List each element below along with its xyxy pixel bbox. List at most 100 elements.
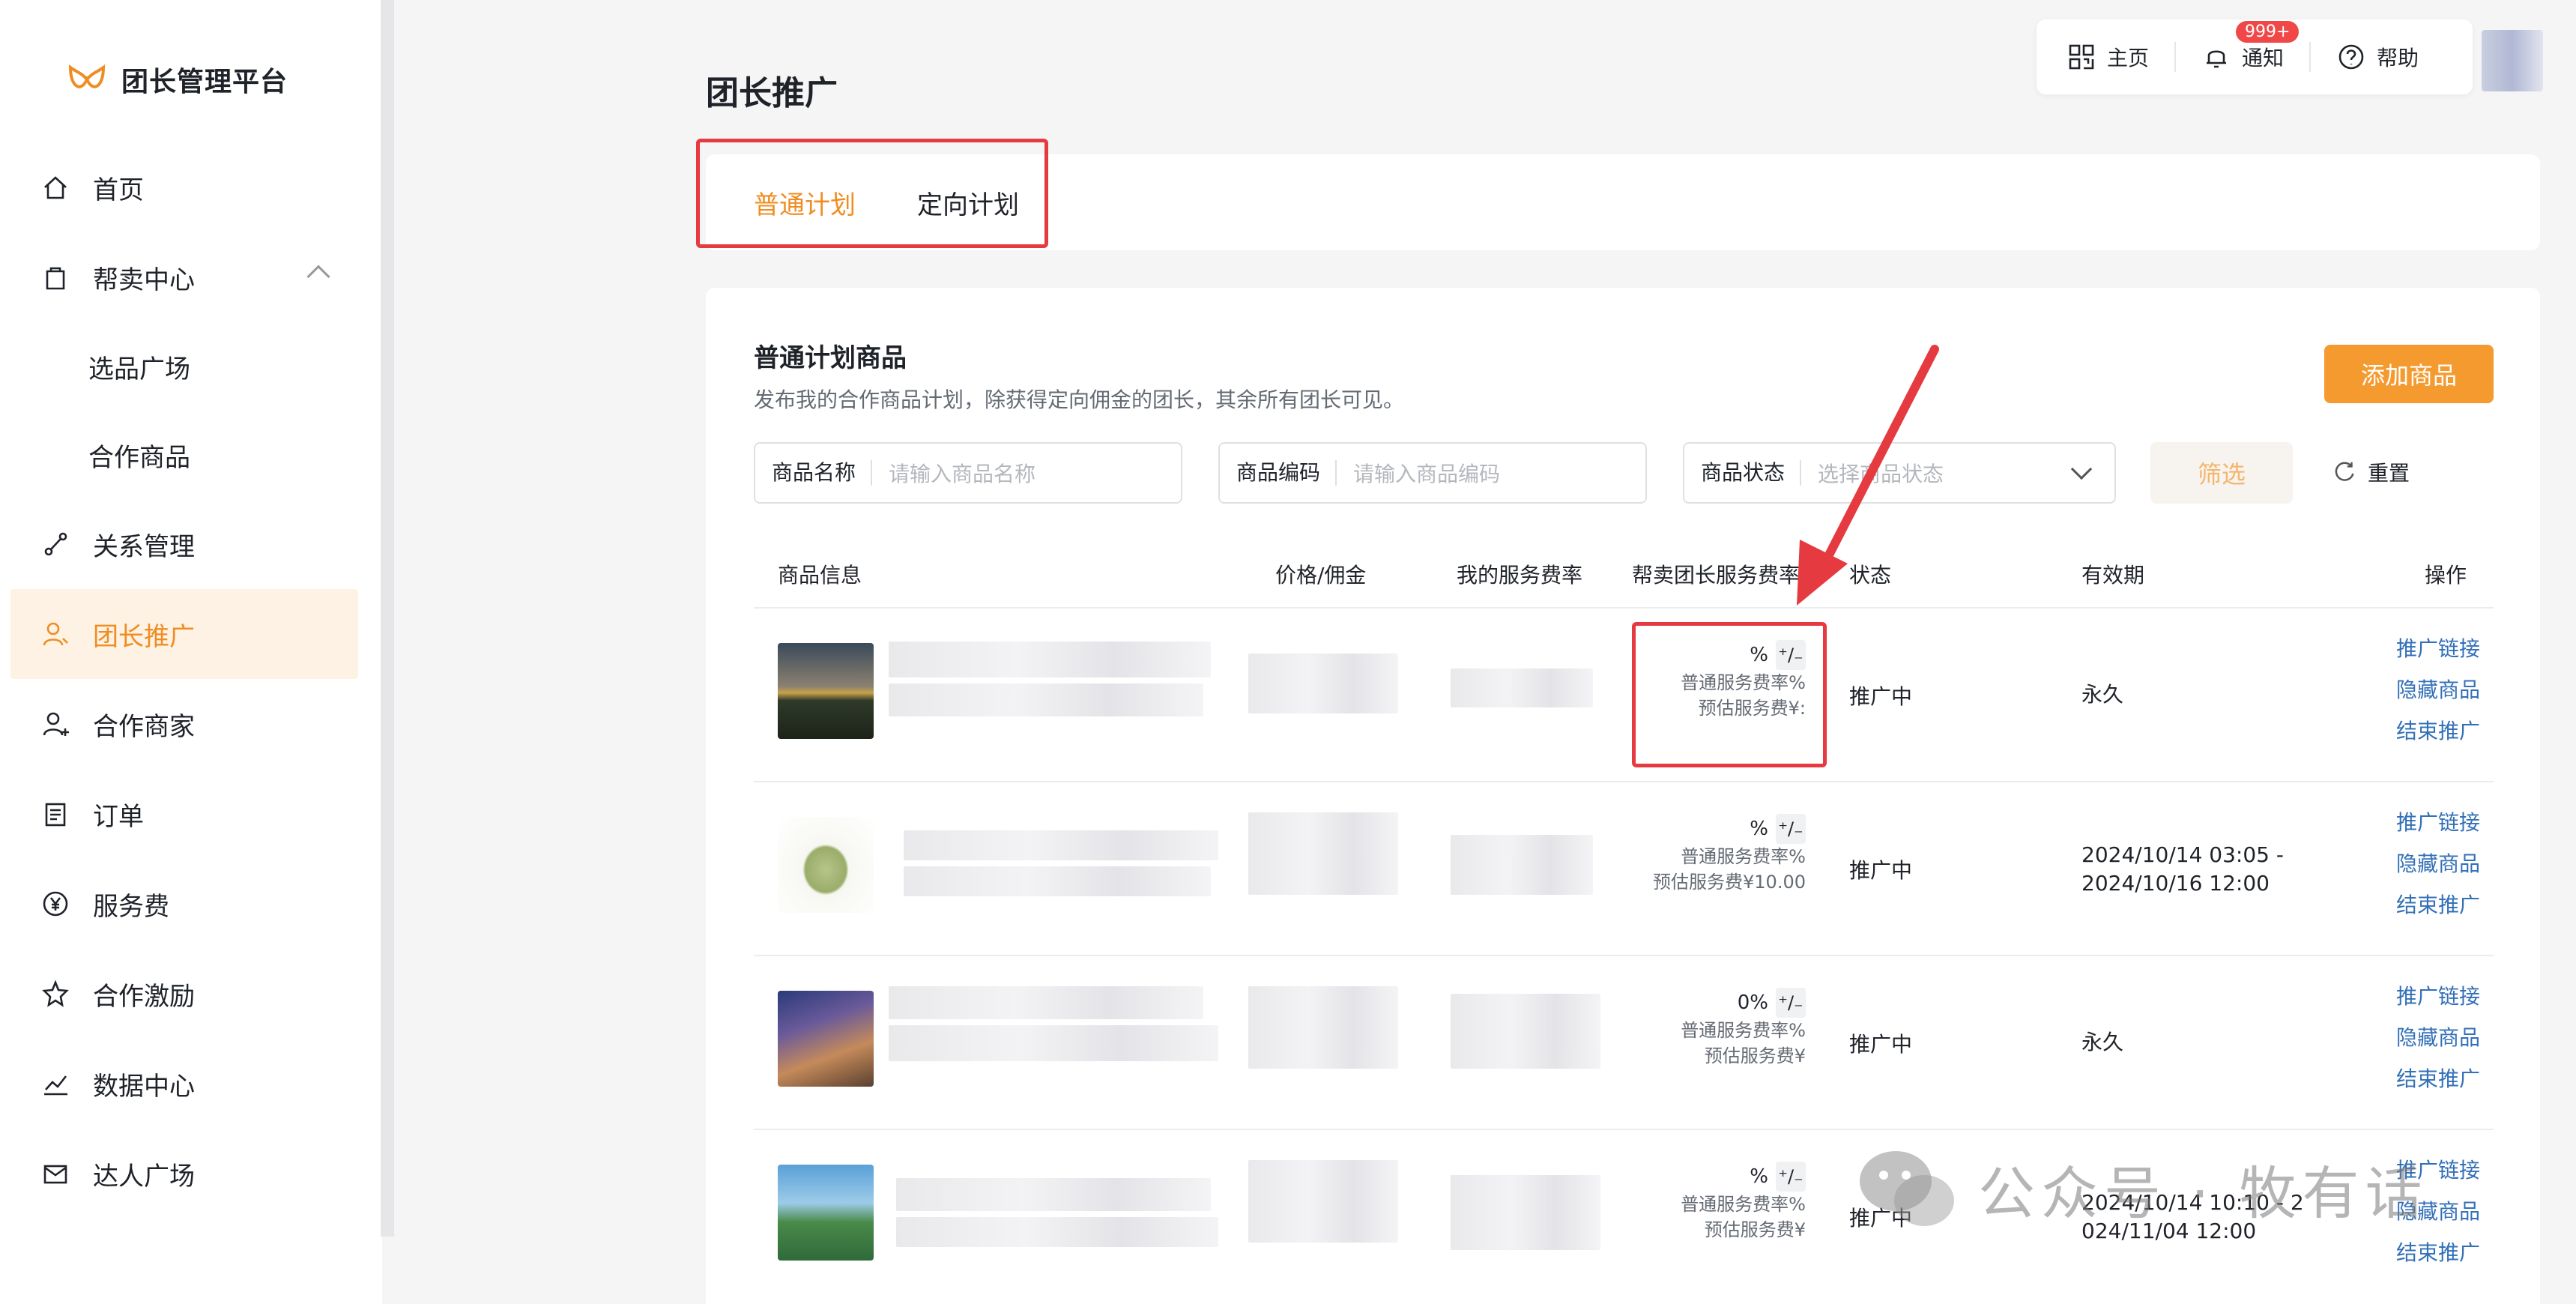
product-name-label: 商品名称: [755, 460, 873, 486]
hide-product-action[interactable]: 隐藏商品: [2396, 669, 2480, 710]
leader-rate-cell: % ⁺∕₋ 普通服务费率% 预估服务费¥: [1623, 1162, 1806, 1243]
reset-button[interactable]: 重置: [2330, 457, 2410, 487]
sidebar-item-label: 团长推广: [93, 621, 195, 652]
product-code-input[interactable]: 请输入商品编码: [1337, 458, 1500, 488]
order-icon: [39, 797, 72, 830]
filter-button[interactable]: 筛选: [2150, 442, 2293, 504]
blurred-price: [1248, 986, 1398, 1069]
sidebar-item-partner-merchants[interactable]: 合作商家: [0, 679, 358, 769]
status-text: 推广中: [1849, 684, 1913, 709]
edit-rate-button[interactable]: ⁺∕₋: [1776, 814, 1806, 844]
validity-line: 2024/10/16 12:00: [2081, 871, 2270, 896]
shopping-bag-icon: [39, 261, 72, 294]
sidebar-item-service-fee[interactable]: 服务费: [0, 859, 358, 949]
blurred-product-name: [889, 642, 1211, 677]
end-promotion-action[interactable]: 结束推广: [2396, 884, 2480, 926]
product-code-label: 商品编码: [1220, 460, 1337, 486]
product-code-field[interactable]: 商品编码 请输入商品编码: [1218, 442, 1647, 504]
end-promotion-action[interactable]: 结束推广: [2396, 1058, 2480, 1099]
sidebar-item-leader-promotion[interactable]: 团长推广: [10, 589, 358, 679]
blurred-product-name: [896, 1178, 1211, 1211]
blurred-product-meta: [889, 1025, 1218, 1061]
blurred-my-rate: [1451, 835, 1593, 895]
blurred-product-meta: [889, 683, 1203, 716]
sidebar-item-label: 首页: [93, 175, 144, 205]
product-thumbnail[interactable]: [778, 817, 874, 913]
product-status-placeholder: 选择商品状态: [1818, 462, 1944, 486]
product-thumbnail[interactable]: [778, 991, 874, 1087]
sidebar-item-cooperation-incentive[interactable]: 合作激励: [0, 949, 358, 1039]
sidebar-item-orders[interactable]: 订单: [0, 769, 358, 859]
product-name-input[interactable]: 请输入商品名称: [872, 458, 1035, 488]
blurred-price: [1248, 653, 1398, 713]
divider: [2309, 42, 2312, 72]
rate-value: %: [1750, 1165, 1768, 1188]
leader-rate-cell: 0% ⁺∕₋ 普通服务费率% 预估服务费¥: [1623, 988, 1806, 1069]
blurred-product-name: [889, 986, 1203, 1019]
help-button[interactable]: 帮助: [2336, 42, 2419, 72]
column-header-actions: 操作: [2425, 563, 2467, 588]
rate-estimate-label: 预估服务费¥10.00: [1653, 872, 1806, 893]
sidebar-item-label: 合作激励: [93, 981, 195, 1012]
add-product-button[interactable]: 添加商品: [2324, 345, 2494, 403]
page-title: 团长推广: [706, 74, 838, 112]
row-actions: 推广链接 隐藏商品 结束推广: [2396, 628, 2480, 752]
blurred-product-meta: [896, 1217, 1218, 1247]
promote-link-action[interactable]: 推广链接: [2396, 976, 2480, 1017]
hide-product-action[interactable]: 隐藏商品: [2396, 1017, 2480, 1058]
promote-link-action[interactable]: 推广链接: [2396, 628, 2480, 669]
sidebar-item-label: 合作商家: [93, 711, 195, 742]
sidebar-scrollbar[interactable]: [381, 0, 394, 1237]
column-header-leader-service-rate: 帮卖团长服务费率: [1632, 563, 1801, 588]
leader-rate-cell: % ⁺∕₋ 普通服务费率% 预估服务费¥10.00: [1623, 814, 1806, 895]
sidebar-item-label: 数据中心: [93, 1071, 195, 1102]
end-promotion-action[interactable]: 结束推广: [2396, 710, 2480, 752]
validity-line: 永久: [2081, 682, 2124, 707]
sidebar-item-data-center[interactable]: 数据中心: [0, 1039, 358, 1129]
promote-link-action[interactable]: 推广链接: [2396, 802, 2480, 843]
user-promote-icon: [39, 618, 72, 651]
bell-icon: [2207, 50, 2227, 68]
sidebar-item-help-sell-center[interactable]: 帮卖中心: [0, 232, 358, 322]
card-title: 普通计划商品: [754, 343, 907, 373]
user-avatar[interactable]: [2482, 30, 2543, 91]
product-status-select[interactable]: 商品状态 选择商品状态: [1683, 442, 2116, 504]
product-name-field[interactable]: 商品名称 请输入商品名称: [754, 442, 1182, 504]
sidebar-item-product-plaza[interactable]: 选品广场: [0, 322, 358, 411]
yen-icon: [39, 887, 72, 920]
blurred-product-meta: [904, 866, 1211, 896]
relation-icon: [39, 528, 72, 561]
reset-label: 重置: [2368, 461, 2410, 486]
sidebar-item-influencer-plaza[interactable]: 达人广场: [0, 1129, 358, 1219]
table-row: % ⁺∕₋ 普通服务费率% 预估服务费¥: 推广中 永久 推广链接 隐藏商品 结束…: [754, 609, 2494, 782]
app-logo[interactable]: 团长管理平台: [64, 57, 288, 102]
home-icon: [39, 171, 72, 204]
end-promotion-action[interactable]: 结束推广: [2396, 1232, 2480, 1273]
product-thumbnail[interactable]: [778, 643, 874, 739]
blurred-price: [1248, 812, 1398, 895]
edit-rate-button[interactable]: ⁺∕₋: [1776, 1162, 1806, 1192]
sidebar-item-cooperation-products[interactable]: 合作商品: [0, 411, 358, 499]
rate-value: %: [1750, 818, 1768, 840]
hide-product-action[interactable]: 隐藏商品: [2396, 843, 2480, 884]
column-header-my-service-rate: 我的服务费率: [1457, 563, 1583, 588]
top-toolbar: 主页 999+ 通知 帮助: [2037, 19, 2473, 94]
edit-rate-button[interactable]: ⁺∕₋: [1776, 988, 1806, 1018]
chevron-down-icon: [2070, 458, 2093, 480]
divider: [2174, 42, 2177, 72]
sidebar-item-relation-management[interactable]: 关系管理: [0, 499, 358, 589]
product-thumbnail[interactable]: [778, 1165, 874, 1261]
sidebar-item-label: 关系管理: [93, 531, 195, 562]
help-label: 帮助: [2377, 46, 2419, 70]
watermark: 公众号 · 牧有话: [1857, 1147, 2428, 1231]
card-subtitle: 发布我的合作商品计划，除获得定向佣金的团长，其余所有团长可见。: [754, 387, 1405, 412]
notification-button[interactable]: 999+ 通知: [2201, 21, 2300, 72]
sidebar-item-label: 帮卖中心: [93, 265, 195, 295]
app-title: 团长管理平台: [121, 67, 288, 97]
chevron-up-icon[interactable]: [306, 265, 330, 289]
highlight-box-leader-rate: [1632, 622, 1827, 767]
wechat-icon: [1860, 1151, 1954, 1226]
home-link[interactable]: 主页: [2066, 42, 2149, 72]
status-text: 推广中: [1849, 1032, 1913, 1057]
sidebar-item-home[interactable]: 首页: [0, 142, 358, 232]
